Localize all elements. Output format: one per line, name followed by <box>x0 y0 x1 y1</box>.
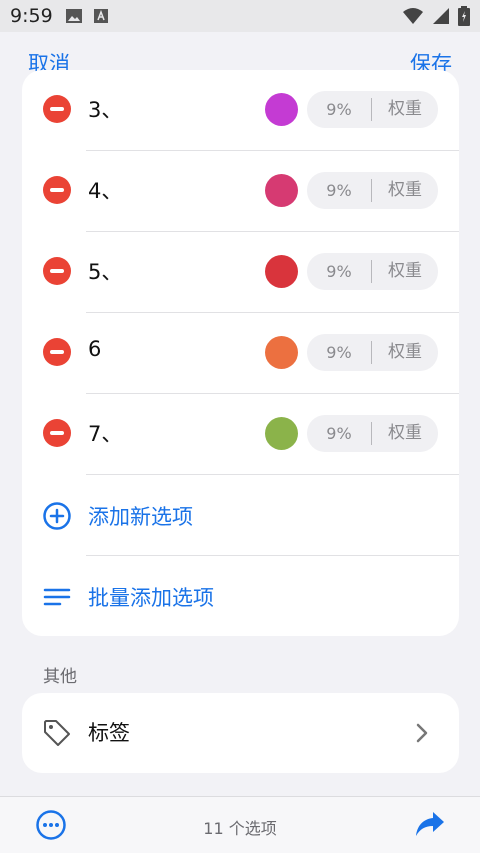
remove-option-icon[interactable] <box>43 257 71 285</box>
weight-pill[interactable]: 9% 权重 <box>307 334 438 371</box>
batch-add-button[interactable]: 批量添加选项 <box>22 556 459 636</box>
status-time: 9:59 <box>10 5 53 27</box>
option-count: 11 个选项 <box>203 819 277 838</box>
list-icon <box>43 588 71 606</box>
weight-label: 权重 <box>388 423 422 443</box>
weight-label: 权重 <box>388 180 422 200</box>
section-header-other: 其他 <box>43 667 77 687</box>
status-bar: 9:59 <box>0 0 480 32</box>
bottom-bar: 11 个选项 <box>0 796 480 853</box>
weight-pill[interactable]: 9% 权重 <box>307 253 438 290</box>
option-row: 3、 9% 权重 <box>22 70 459 151</box>
options-card: 3、 9% 权重 4、 9% 权重 5、 9% 权重 6 9% 权重 7、 9%… <box>22 70 459 636</box>
share-icon[interactable] <box>413 809 447 839</box>
remove-option-icon[interactable] <box>43 338 71 366</box>
option-label[interactable]: 4、 <box>88 175 122 205</box>
option-color-dot[interactable] <box>265 174 298 207</box>
weight-pill[interactable]: 9% 权重 <box>307 415 438 452</box>
weight-pill[interactable]: 9% 权重 <box>307 172 438 209</box>
weight-pill[interactable]: 9% 权重 <box>307 91 438 128</box>
battery-icon <box>458 6 470 26</box>
keyboard-badge-icon <box>93 9 108 23</box>
option-row: 7、 9% 权重 <box>22 394 459 475</box>
remove-option-icon[interactable] <box>43 95 71 123</box>
option-row: 4、 9% 权重 <box>22 151 459 232</box>
wifi-icon <box>403 8 423 24</box>
chevron-right-icon <box>416 723 428 743</box>
weight-percent: 9% <box>326 262 352 281</box>
option-label[interactable]: 6 <box>88 337 101 361</box>
tags-label: 标签 <box>88 721 130 745</box>
weight-label: 权重 <box>388 99 422 119</box>
batch-add-label: 批量添加选项 <box>88 586 214 610</box>
option-label[interactable]: 7、 <box>88 418 122 448</box>
option-color-dot[interactable] <box>265 93 298 126</box>
weight-percent: 9% <box>326 343 352 362</box>
add-option-label: 添加新选项 <box>88 505 193 529</box>
tag-icon <box>44 720 70 746</box>
remove-option-icon[interactable] <box>43 419 71 447</box>
plus-circle-icon <box>43 502 71 530</box>
image-icon <box>65 9 82 23</box>
option-label[interactable]: 3、 <box>88 94 122 124</box>
weight-label: 权重 <box>388 342 422 362</box>
weight-percent: 9% <box>326 100 352 119</box>
signal-icon <box>433 8 449 24</box>
weight-label: 权重 <box>388 261 422 281</box>
option-row: 5、 9% 权重 <box>22 232 459 313</box>
option-color-dot[interactable] <box>265 255 298 288</box>
option-color-dot[interactable] <box>265 417 298 450</box>
weight-percent: 9% <box>326 424 352 443</box>
add-option-button[interactable]: 添加新选项 <box>22 475 459 556</box>
option-color-dot[interactable] <box>265 336 298 369</box>
weight-percent: 9% <box>326 181 352 200</box>
remove-option-icon[interactable] <box>43 176 71 204</box>
option-row: 6 9% 权重 <box>22 313 459 394</box>
tags-row[interactable]: 标签 <box>22 693 459 773</box>
more-icon[interactable] <box>35 809 67 841</box>
option-label[interactable]: 5、 <box>88 256 122 286</box>
